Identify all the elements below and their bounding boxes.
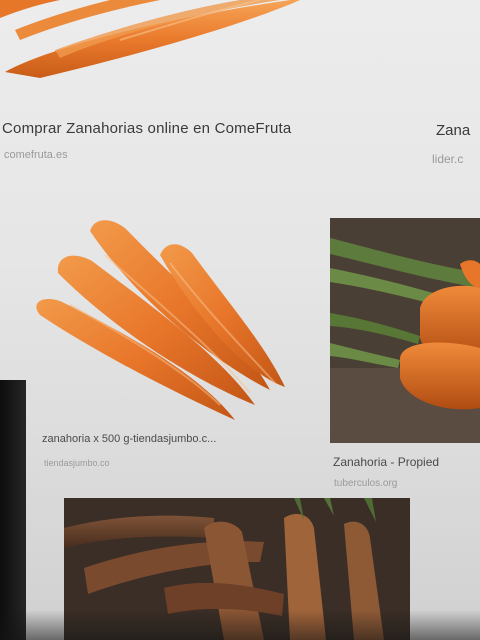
result-source-1[interactable]: comefruta.es (4, 149, 68, 161)
result-image-4[interactable] (330, 218, 480, 443)
result-source-2[interactable]: lider.c (432, 152, 463, 166)
result-source-3[interactable]: tiendasjumbo.co (44, 458, 110, 468)
result-image-1[interactable] (0, 0, 300, 82)
result-caption-2[interactable]: Zana (436, 122, 470, 139)
result-caption-1[interactable]: Comprar Zanahorias online en ComeFruta (2, 120, 291, 137)
result-caption-4[interactable]: Zanahoria - Propied (333, 455, 439, 469)
image-search-results: Comprar Zanahorias online en ComeFruta c… (0, 0, 480, 640)
result-source-4[interactable]: tuberculos.org (334, 478, 397, 489)
result-caption-3[interactable]: zanahoria x 500 g-tiendasjumbo.c... (42, 433, 216, 445)
photo-shadow (0, 610, 480, 640)
result-image-3[interactable] (30, 215, 292, 425)
monitor-bezel (0, 380, 26, 640)
